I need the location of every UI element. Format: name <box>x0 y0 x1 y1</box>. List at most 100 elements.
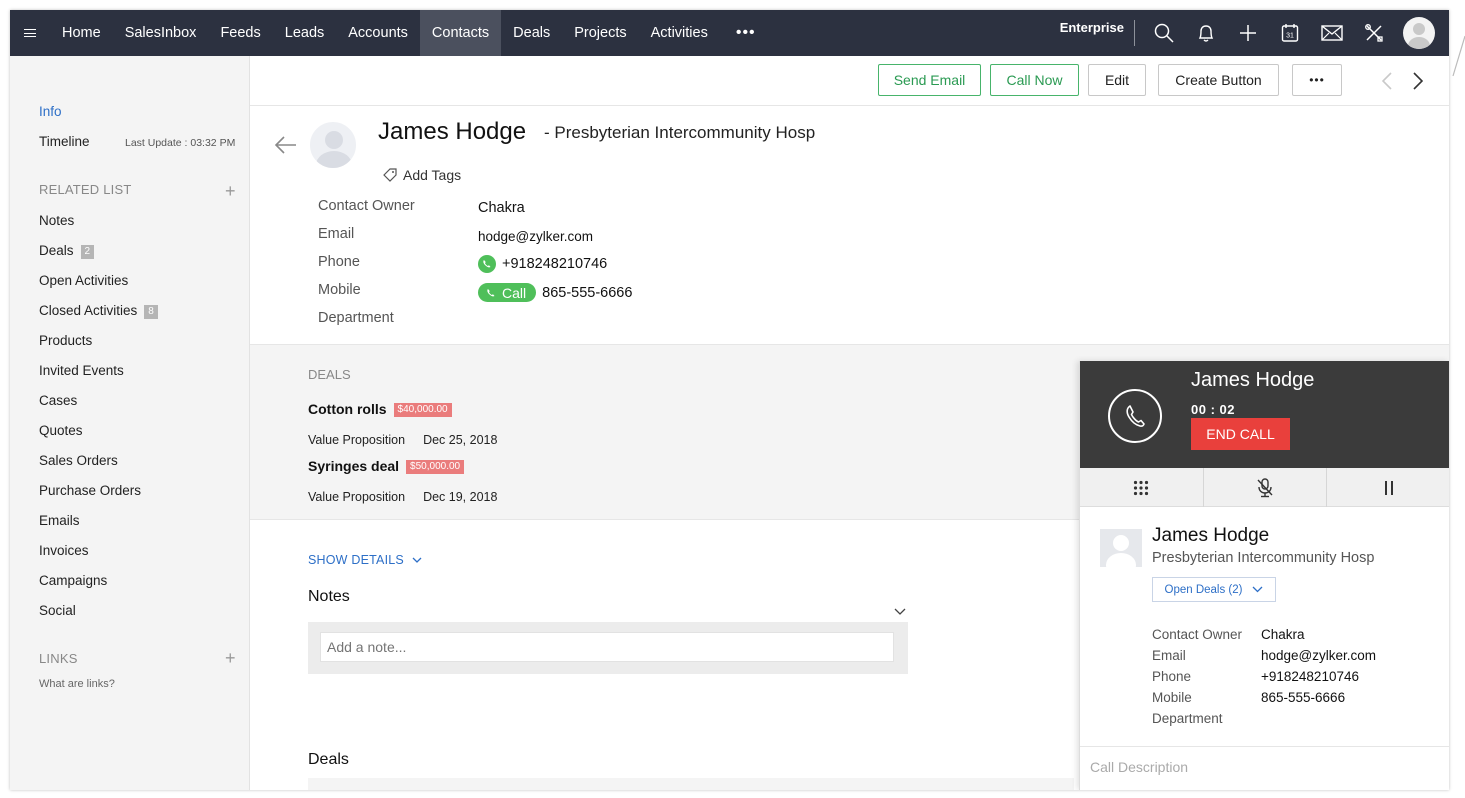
nav-home[interactable]: Home <box>50 10 113 56</box>
department-label: Department <box>318 310 394 326</box>
phone-field: +918248210746 <box>478 255 607 273</box>
sidebar: Info Timeline Last Update : 03:32 PM REL… <box>10 56 250 790</box>
nav-accounts[interactable]: Accounts <box>336 10 420 56</box>
deal-item[interactable]: Syringes deal $50,000.00 <box>308 458 465 474</box>
call-mobile-button[interactable]: Call <box>478 283 537 302</box>
nav-projects[interactable]: Projects <box>562 10 638 56</box>
sidebar-item-open-activities[interactable]: Open Activities <box>39 273 128 288</box>
plus-icon[interactable] <box>1227 10 1269 56</box>
sidebar-item-campaigns[interactable]: Campaigns <box>39 573 107 588</box>
sidebar-item-cases[interactable]: Cases <box>39 393 77 408</box>
sidebar-item-label: Social <box>39 603 76 618</box>
sidebar-item-emails[interactable]: Emails <box>39 513 80 528</box>
deal-amount-badge: $40,000.00 <box>393 403 452 417</box>
nav-leads[interactable]: Leads <box>273 10 337 56</box>
open-deals-dropdown[interactable]: Open Deals (2) <box>1152 577 1276 602</box>
call-description-input[interactable]: Call Description <box>1080 746 1449 790</box>
call-controls <box>1080 468 1449 507</box>
deal-date: Dec 25, 2018 <box>423 433 498 447</box>
deal-item[interactable]: Cotton rolls $40,000.00 <box>308 401 452 417</box>
add-related-list-button[interactable]: + <box>225 182 236 200</box>
sidebar-item-info[interactable]: Info <box>39 104 62 119</box>
panel-email-value: hodge@zylker.com <box>1261 648 1377 663</box>
sidebar-item-invoices[interactable]: Invoices <box>39 543 89 558</box>
sidebar-item-purchase-orders[interactable]: Purchase Orders <box>39 483 141 498</box>
nav-feeds[interactable]: Feeds <box>208 10 272 56</box>
contact-name: James Hodge <box>378 118 527 145</box>
create-button[interactable]: Create Button <box>1158 64 1279 96</box>
phone-label: Phone <box>318 254 360 270</box>
sidebar-item-deals[interactable]: Deals 2 <box>39 243 95 259</box>
mobile-value[interactable]: 865-555-6666 <box>542 285 632 301</box>
hold-pause-icon[interactable] <box>1327 468 1449 507</box>
panel-phone-label: Phone <box>1152 669 1192 684</box>
notes-container <box>308 622 908 674</box>
add-tags-button[interactable]: Add Tags <box>383 167 461 183</box>
sidebar-item-label: Notes <box>39 213 75 228</box>
sidebar-item-label: Open Activities <box>39 273 129 288</box>
sidebar-item-products[interactable]: Products <box>39 333 92 348</box>
contact-owner-value: Chakra <box>478 200 525 216</box>
previous-record-icon[interactable] <box>1377 71 1397 91</box>
call-timer: 00 : 02 <box>1191 402 1235 417</box>
edition-label[interactable]: Enterprise <box>1060 20 1134 35</box>
sidebar-item-label: Closed Activities <box>39 303 138 318</box>
contact-avatar[interactable] <box>308 120 358 170</box>
deal-meta: Value Proposition Dec 25, 2018 <box>308 433 497 447</box>
nav-activities[interactable]: Activities <box>639 10 720 56</box>
sidebar-item-sales-orders[interactable]: Sales Orders <box>39 453 118 468</box>
phone-handset-icon <box>1108 389 1162 443</box>
calendar-icon[interactable]: 31 <box>1269 10 1311 56</box>
sidebar-item-closed-activities[interactable]: Closed Activities 8 <box>39 303 158 319</box>
add-note-input[interactable] <box>320 632 894 662</box>
action-bar: Send Email Call Now Edit Create Button •… <box>250 56 1449 106</box>
chevron-down-icon[interactable] <box>894 604 906 619</box>
notes-title: Notes <box>308 588 350 605</box>
bell-icon[interactable] <box>1185 10 1227 56</box>
nav-salesinbox[interactable]: SalesInbox <box>113 10 209 56</box>
sidebar-item-timeline[interactable]: Timeline <box>39 134 90 149</box>
add-tags-label: Add Tags <box>403 167 462 183</box>
sidebar-item-quotes[interactable]: Quotes <box>39 423 83 438</box>
phone-icon[interactable] <box>478 255 496 273</box>
panel-department-label: Department <box>1152 711 1223 726</box>
add-link-button[interactable]: + <box>225 649 236 667</box>
deal-date: Dec 19, 2018 <box>423 490 498 504</box>
top-nav: Home SalesInbox Feeds Leads Accounts Con… <box>10 10 1449 56</box>
end-call-button[interactable]: END CALL <box>1191 418 1290 450</box>
back-arrow-icon[interactable] <box>274 136 298 157</box>
related-list-header: RELATED LIST <box>39 182 132 197</box>
edit-button[interactable]: Edit <box>1088 64 1146 96</box>
more-actions-button[interactable]: ••• <box>1292 64 1342 96</box>
sidebar-item-invited-events[interactable]: Invited Events <box>39 363 124 378</box>
what-are-links-link[interactable]: What are links? <box>39 678 115 690</box>
nav-contacts[interactable]: Contacts <box>419 10 502 56</box>
nav-more-button[interactable]: ••• <box>720 10 772 56</box>
sidebar-item-label: Campaigns <box>39 573 108 588</box>
send-email-button[interactable]: Send Email <box>878 64 981 96</box>
keypad-icon[interactable] <box>1080 468 1204 507</box>
deals-header: DEALS <box>308 367 351 382</box>
mute-microphone-icon[interactable] <box>1204 468 1328 507</box>
contact-company[interactable]: - Presbyterian Intercommunity Hosp <box>544 123 815 143</box>
sidebar-item-label: Cases <box>39 393 78 408</box>
call-now-button[interactable]: Call Now <box>990 64 1079 96</box>
nav-deals[interactable]: Deals <box>501 10 562 56</box>
sidebar-item-label: Sales Orders <box>39 453 118 468</box>
deal-stage: Value Proposition <box>308 490 406 504</box>
mail-icon[interactable] <box>1311 10 1353 56</box>
sidebar-item-notes[interactable]: Notes <box>39 213 74 228</box>
contact-profile: James Hodge - Presbyterian Intercommunit… <box>250 106 1449 344</box>
show-details-toggle[interactable]: SHOW DETAILS <box>308 553 422 567</box>
phone-value[interactable]: +918248210746 <box>502 256 607 272</box>
sidebar-item-label: Emails <box>39 513 80 528</box>
menu-icon[interactable] <box>10 10 50 56</box>
email-value[interactable]: hodge@zylker.com <box>478 229 593 244</box>
user-avatar[interactable] <box>1403 17 1435 49</box>
panel-mobile-value: 865-555-6666 <box>1261 690 1346 705</box>
sidebar-item-social[interactable]: Social <box>39 603 76 618</box>
search-icon[interactable] <box>1143 10 1185 56</box>
panel-contact-name[interactable]: James Hodge <box>1152 525 1269 547</box>
next-record-icon[interactable] <box>1408 71 1428 91</box>
tools-icon[interactable] <box>1353 10 1395 56</box>
